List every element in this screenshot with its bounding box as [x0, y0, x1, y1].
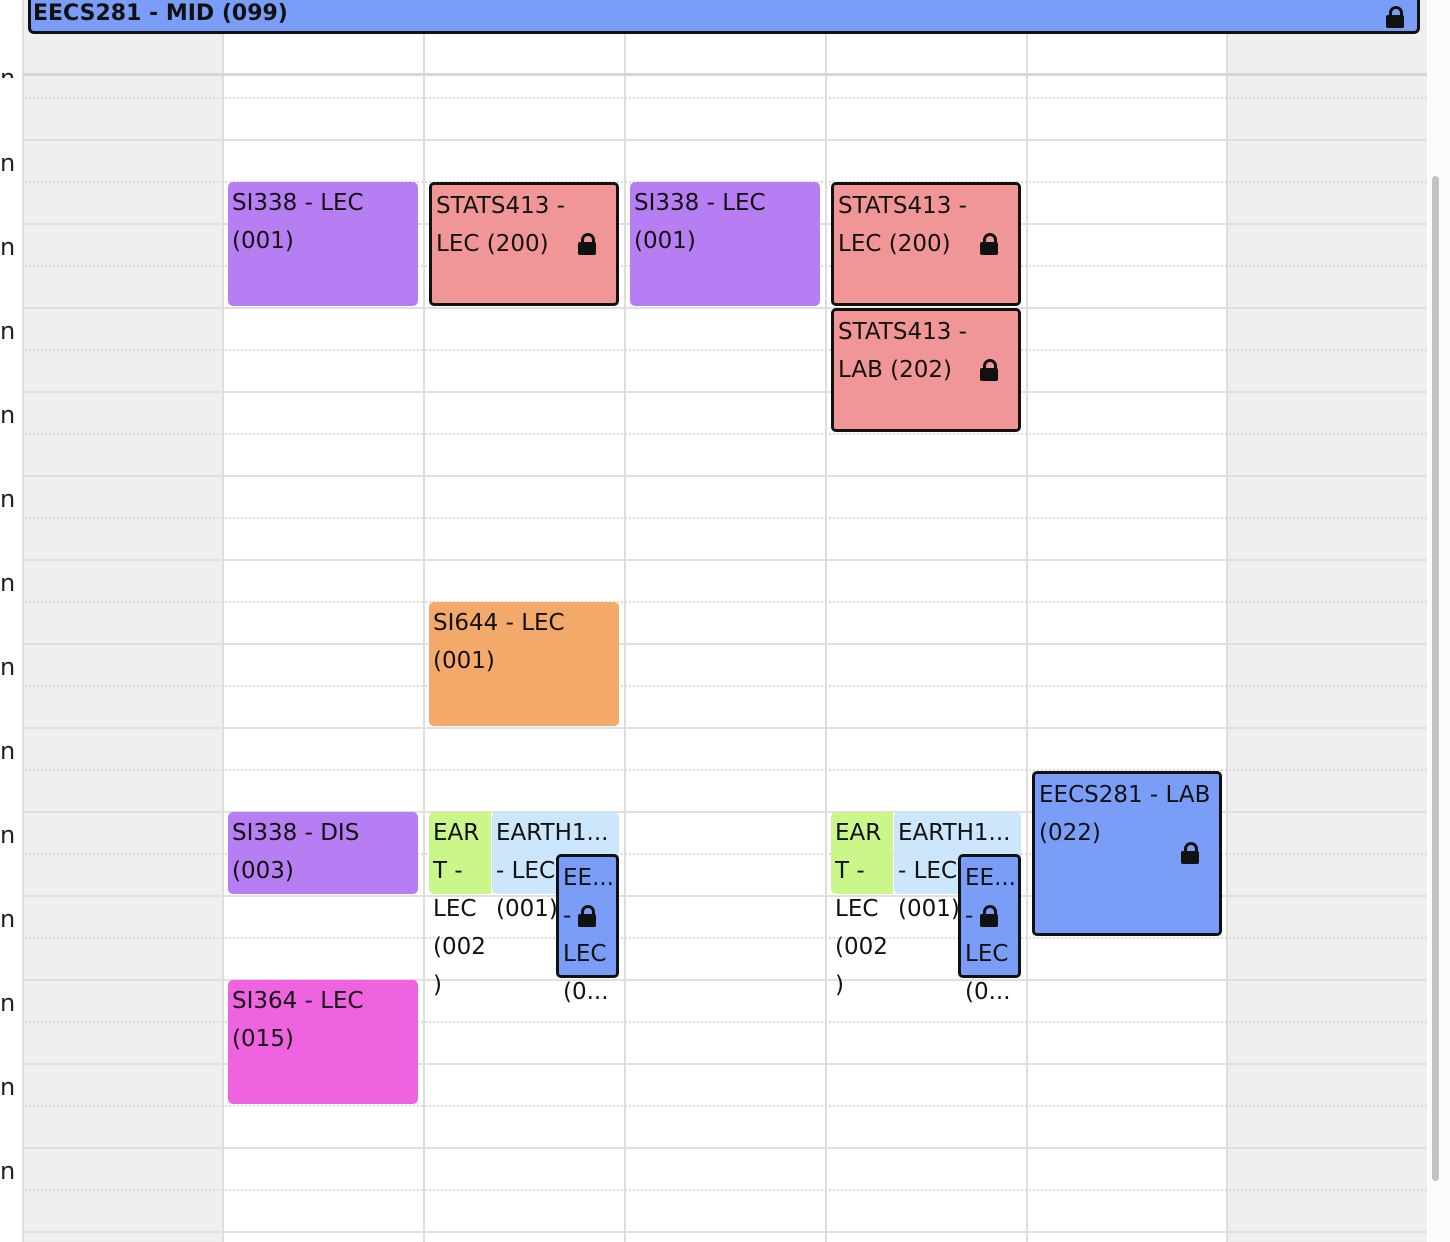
- half-hour-line: [22, 685, 1427, 687]
- hour-line: [22, 1147, 1427, 1149]
- column-divider: [22, 0, 24, 1242]
- sunday-column-bg: [22, 0, 223, 1242]
- allday-separator: [22, 73, 1427, 76]
- column-divider: [1026, 0, 1028, 1242]
- event-label: EART - LEC (002): [433, 820, 486, 998]
- time-label: n: [0, 485, 16, 513]
- hour-line: [22, 643, 1427, 645]
- allday-event-eecs281-mid[interactable]: EECS281 - MID (099): [28, 0, 1420, 34]
- hour-line: [22, 391, 1427, 393]
- event-si338-lec-mon[interactable]: SI338 - LEC (001): [228, 182, 418, 306]
- time-label: n: [0, 149, 16, 177]
- time-label: n: [0, 653, 16, 681]
- event-stats413-lec-thu[interactable]: STATS413 - LEC (200): [831, 182, 1021, 306]
- event-si364-lec-mon[interactable]: SI364 - LEC (015): [228, 980, 418, 1104]
- half-hour-line: [22, 1105, 1427, 1107]
- half-hour-line: [22, 601, 1427, 603]
- event-stats413-lec-tue[interactable]: STATS413 - LEC (200): [429, 182, 619, 306]
- hour-line: [22, 307, 1427, 309]
- time-label: n: [0, 66, 14, 78]
- lock-icon[interactable]: [979, 233, 999, 255]
- time-label: n: [0, 1073, 16, 1101]
- event-label: EE... - LEC (0...: [965, 865, 1016, 1005]
- lock-icon[interactable]: [979, 905, 999, 927]
- lock-icon[interactable]: [577, 905, 597, 927]
- hour-line: [22, 139, 1427, 141]
- event-label: EECS281 - LAB (022): [1039, 782, 1211, 846]
- event-label: SI338 - LEC (001): [634, 190, 766, 254]
- time-label: n: [0, 1157, 16, 1185]
- half-hour-line: [22, 937, 1427, 939]
- time-label: n: [0, 401, 16, 429]
- event-ee-tue[interactable]: EE... - LEC (0...: [556, 854, 619, 1005]
- half-hour-line: [22, 97, 1427, 99]
- hour-line: [22, 475, 1427, 477]
- event-label: SI338 - LEC (001): [232, 190, 364, 254]
- event-label: SI364 - LEC (015): [232, 988, 364, 1052]
- time-label: n: [0, 905, 16, 933]
- event-label: EE... - LEC (0...: [563, 865, 614, 1005]
- hour-line: [22, 1231, 1427, 1233]
- vertical-scrollbar-thumb[interactable]: [1432, 176, 1439, 1181]
- lock-icon[interactable]: [1180, 842, 1200, 864]
- column-divider: [222, 0, 224, 1242]
- time-label: n: [0, 569, 16, 597]
- event-label: EECS281 - MID (099): [33, 1, 288, 26]
- lock-icon[interactable]: [979, 359, 999, 381]
- lock-icon[interactable]: [577, 233, 597, 255]
- lock-icon[interactable]: [1385, 6, 1405, 28]
- time-label: n: [0, 989, 16, 1017]
- event-si338-dis-mon[interactable]: SI338 - DIS (003): [228, 812, 418, 894]
- column-divider: [825, 0, 827, 1242]
- event-label: SI338 - DIS (003): [232, 820, 360, 884]
- saturday-column-bg: [1227, 0, 1427, 1242]
- time-label: n: [0, 317, 16, 345]
- column-divider: [624, 0, 626, 1242]
- event-eecs281-lab-fri[interactable]: EECS281 - LAB (022): [1032, 771, 1222, 936]
- column-divider: [1226, 0, 1228, 1242]
- event-label: SI644 - LEC (001): [433, 610, 565, 674]
- hour-line: [22, 727, 1427, 729]
- event-stats413-lab-thu[interactable]: STATS413 - LAB (202): [831, 308, 1021, 432]
- event-si338-lec-wed[interactable]: SI338 - LEC (001): [630, 182, 820, 306]
- time-label: n: [0, 233, 16, 261]
- half-hour-line: [22, 517, 1427, 519]
- weekly-calendar-grid: n n n n n n n n n n n n n n EECS281 - MI…: [0, 0, 1450, 1242]
- half-hour-line: [22, 1189, 1427, 1191]
- event-earth-a-tue[interactable]: EART - LEC (002): [429, 812, 491, 998]
- time-label: n: [0, 737, 16, 765]
- event-earth-a-thu[interactable]: EART - LEC (002): [831, 812, 893, 998]
- hour-line: [22, 559, 1427, 561]
- column-divider: [423, 0, 425, 1242]
- half-hour-line: [22, 349, 1427, 351]
- time-label: n: [0, 821, 16, 849]
- half-hour-line: [22, 433, 1427, 435]
- event-si644-lec-tue[interactable]: SI644 - LEC (001): [429, 602, 619, 726]
- event-label: EART - LEC (002): [835, 820, 888, 998]
- event-ee-thu[interactable]: EE... - LEC (0...: [958, 854, 1021, 1005]
